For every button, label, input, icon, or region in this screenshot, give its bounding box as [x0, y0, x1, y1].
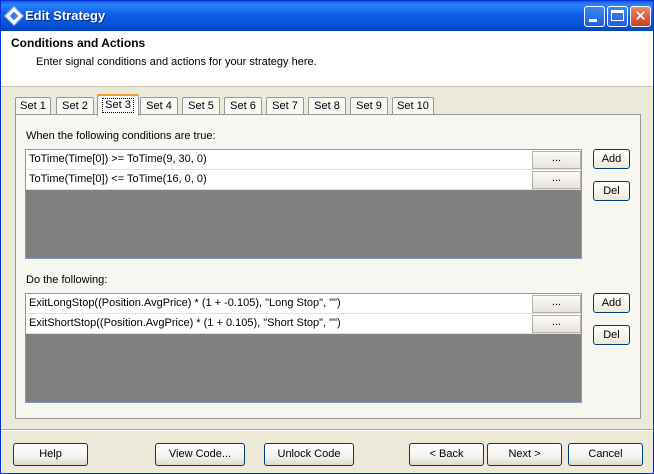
tab-label: Set 9: [356, 100, 382, 112]
title-bar[interactable]: Edit Strategy ✕: [1, 1, 653, 31]
condition-expression[interactable]: ToTime(Time[0]) <= ToTime(16, 0, 0): [29, 173, 207, 185]
strategy-diamond-icon: [4, 6, 24, 26]
tab-set-5[interactable]: Set 5: [182, 97, 220, 115]
tab-label: Set 10: [397, 100, 429, 112]
tab-label: Set 3: [102, 98, 134, 113]
tab-set-3[interactable]: Set 3: [97, 94, 139, 116]
header-subtitle: Enter signal conditions and actions for …: [36, 56, 317, 68]
back-button[interactable]: < Back: [409, 443, 484, 466]
edit-strategy-window: Edit Strategy ✕ Conditions and Actions E…: [0, 0, 654, 474]
delete-condition-button[interactable]: Del: [593, 181, 630, 201]
actions-grid[interactable]: ExitLongStop((Position.AvgPrice) * (1 + …: [25, 293, 582, 403]
action-expression[interactable]: ExitShortStop((Position.AvgPrice) * (1 +…: [29, 317, 341, 329]
tab-set-1[interactable]: Set 1: [15, 97, 51, 115]
wizard-header: Conditions and Actions Enter signal cond…: [1, 31, 653, 87]
footer-separator: [1, 429, 653, 431]
tab-panel: When the following conditions are true: …: [15, 114, 641, 419]
tab-label: Set 5: [188, 100, 214, 112]
action-expression[interactable]: ExitLongStop((Position.AvgPrice) * (1 + …: [29, 297, 341, 309]
tab-label: Set 4: [146, 100, 172, 112]
next-button[interactable]: Next >: [487, 443, 562, 466]
add-action-button[interactable]: Add: [593, 293, 630, 313]
conditions-grid[interactable]: ToTime(Time[0]) >= ToTime(9, 30, 0) ... …: [25, 149, 582, 259]
tab-label: Set 1: [20, 100, 46, 112]
tab-set-6[interactable]: Set 6: [224, 97, 262, 115]
delete-action-button[interactable]: Del: [593, 325, 630, 345]
tab-label: Set 7: [272, 100, 298, 112]
tab-set-10[interactable]: Set 10: [392, 97, 434, 115]
add-condition-button[interactable]: Add: [593, 149, 630, 169]
maximize-button[interactable]: [607, 6, 628, 27]
close-icon: ✕: [634, 7, 647, 25]
condition-row[interactable]: ToTime(Time[0]) >= ToTime(9, 30, 0) ...: [26, 150, 581, 170]
action-row[interactable]: ExitLongStop((Position.AvgPrice) * (1 + …: [26, 294, 581, 314]
condition-expression[interactable]: ToTime(Time[0]) >= ToTime(9, 30, 0): [29, 153, 207, 165]
tab-label: Set 8: [314, 100, 340, 112]
cancel-button[interactable]: Cancel: [568, 443, 643, 466]
actions-label: Do the following:: [26, 274, 108, 286]
tab-set-4[interactable]: Set 4: [140, 97, 178, 115]
minimize-button[interactable]: [584, 6, 605, 27]
condition-row[interactable]: ToTime(Time[0]) <= ToTime(16, 0, 0) ...: [26, 170, 581, 190]
unlock-code-button[interactable]: Unlock Code: [264, 443, 354, 466]
tab-set-7[interactable]: Set 7: [266, 97, 304, 115]
window-title: Edit Strategy: [25, 8, 106, 23]
header-title: Conditions and Actions: [11, 36, 146, 50]
conditions-label: When the following conditions are true:: [26, 130, 216, 142]
tab-label: Set 2: [62, 100, 88, 112]
tab-label: Set 6: [230, 100, 256, 112]
action-row[interactable]: ExitShortStop((Position.AvgPrice) * (1 +…: [26, 314, 581, 334]
view-code-button[interactable]: View Code...: [155, 443, 245, 466]
edit-condition-button[interactable]: ...: [532, 171, 581, 189]
tab-set-9[interactable]: Set 9: [350, 97, 388, 115]
tab-set-8[interactable]: Set 8: [308, 97, 346, 115]
help-button[interactable]: Help: [13, 443, 88, 466]
edit-action-button[interactable]: ...: [532, 295, 581, 313]
close-button[interactable]: ✕: [630, 6, 651, 27]
edit-action-button[interactable]: ...: [532, 315, 581, 333]
edit-condition-button[interactable]: ...: [532, 151, 581, 169]
tab-set-2[interactable]: Set 2: [56, 97, 94, 115]
